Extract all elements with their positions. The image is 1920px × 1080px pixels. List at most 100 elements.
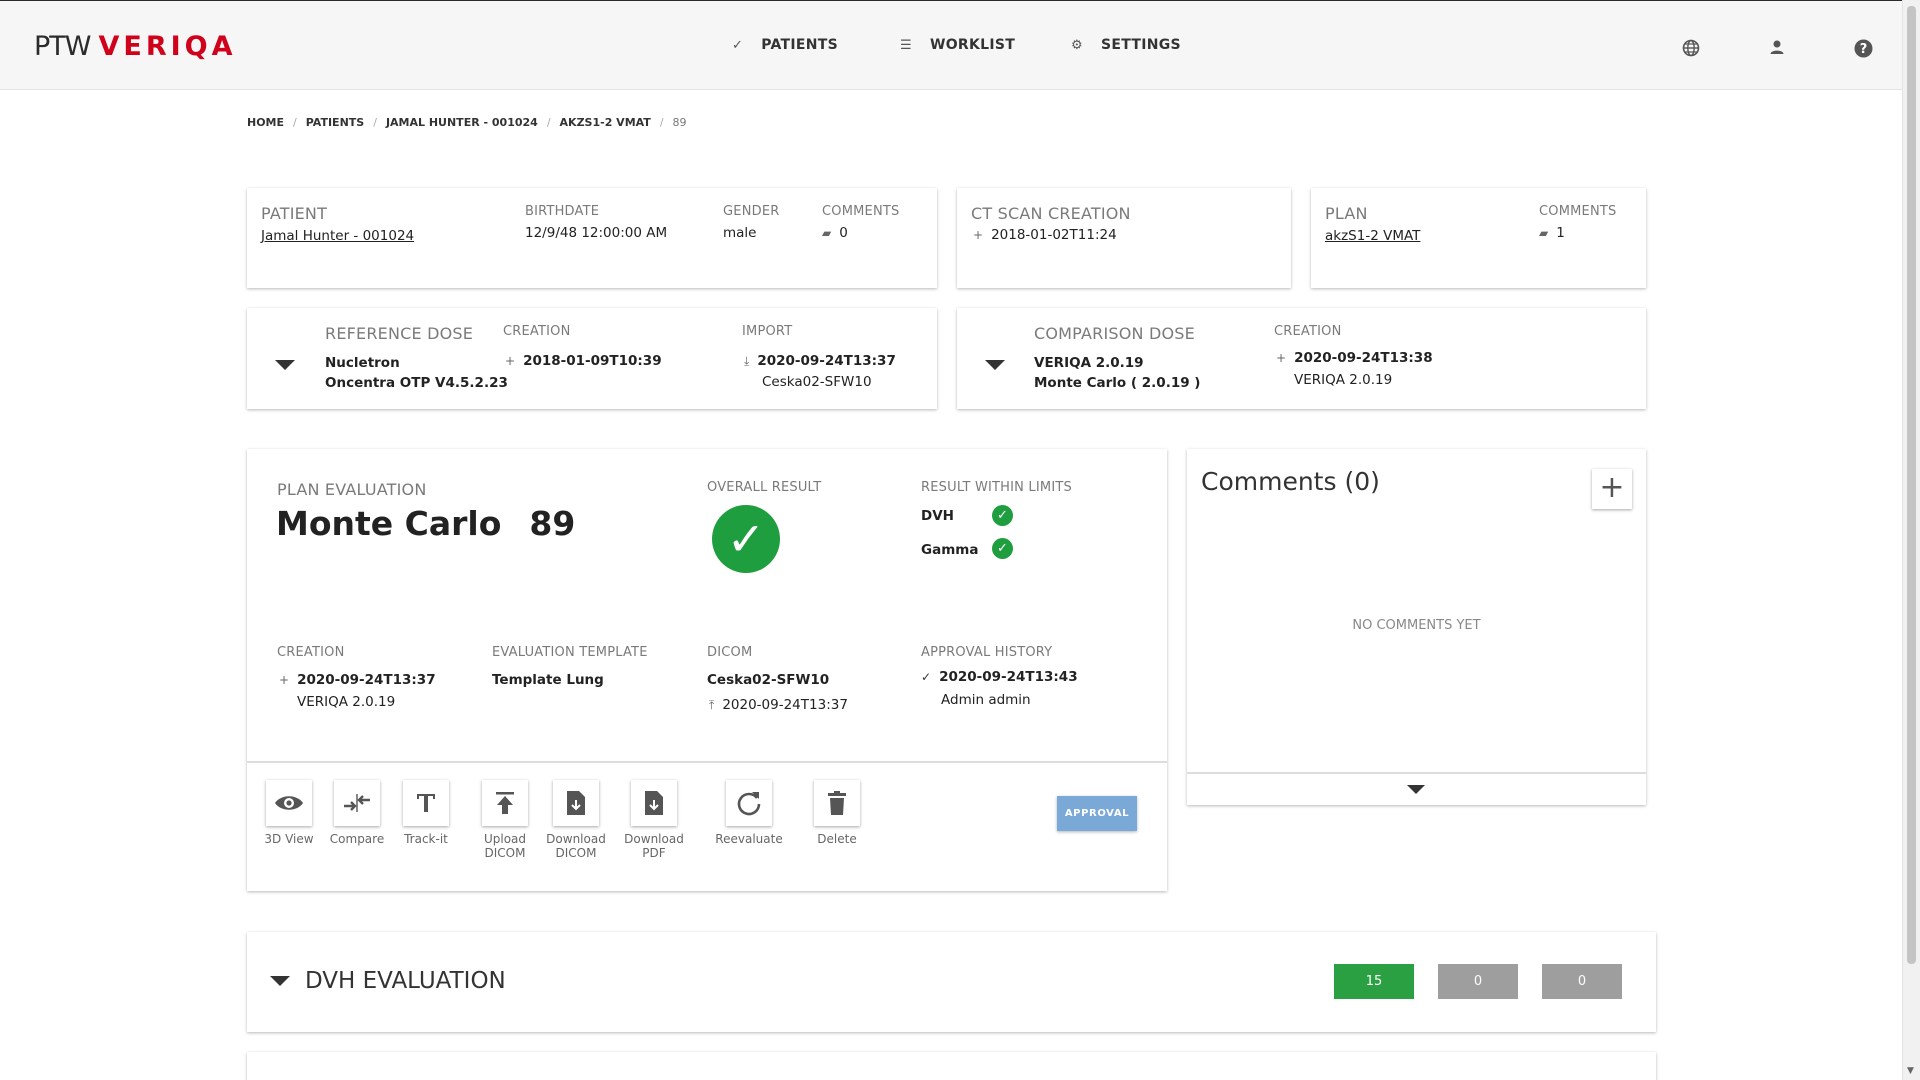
- approval-date-value: 2020-09-24T13:43: [939, 669, 1078, 685]
- dicom-date-row: ⤒ 2020-09-24T13:37: [709, 697, 848, 713]
- dvh-passed-count[interactable]: 15: [1334, 964, 1414, 999]
- evaluation-method: Monte Carlo: [276, 504, 502, 543]
- patient-card: PATIENT Jamal Hunter - 001024 BIRTHDATE …: [247, 188, 937, 288]
- compare-icon: [334, 780, 380, 826]
- comparison-creation-value: 2020-09-24T13:38: [1294, 350, 1433, 366]
- birthdate-value: 12/9/48 12:00:00 AM: [525, 225, 668, 241]
- plan-comments-label: COMMENTS: [1539, 204, 1617, 219]
- ct-scan-card: CT SCAN CREATION +2018-01-02T11:24: [957, 188, 1291, 288]
- reference-import-value: 2020-09-24T13:37: [757, 353, 896, 369]
- comparison-dose-label: COMPARISON DOSE: [1034, 324, 1195, 343]
- page-scrollbar[interactable]: ▼: [1902, 0, 1920, 1080]
- reference-import-source: Ceska02-SFW10: [762, 374, 872, 390]
- action-label-line1: Upload: [483, 832, 527, 846]
- plan-label: PLAN: [1325, 204, 1368, 223]
- plan-card: PLAN akzS1-2 VMAT COMMENTS ▰ 1: [1311, 188, 1646, 288]
- comments-divider: [1187, 772, 1646, 774]
- approval-date-row: ✓ 2020-09-24T13:43: [921, 669, 1078, 685]
- reference-import-label: IMPORT: [742, 324, 793, 339]
- breadcrumb-patient[interactable]: JAMAL HUNTER - 001024: [386, 116, 538, 129]
- nav-worklist-label: WORKLIST: [929, 37, 1016, 53]
- comparison-creation-label: CREATION: [1274, 324, 1342, 339]
- reference-dose-expand-caret-icon[interactable]: [275, 360, 295, 370]
- comparison-dose-line2: Monte Carlo ( 2.0.19 ): [1034, 375, 1201, 391]
- comment-icon: ▰: [822, 226, 832, 240]
- patient-comments-count[interactable]: ▰ 0: [822, 225, 848, 241]
- action-reevaluate[interactable]: Reevaluate: [714, 780, 784, 846]
- download-file-icon: [553, 780, 599, 826]
- dicom-value: Ceska02-SFW10: [707, 672, 830, 688]
- action-label-line2: DICOM: [484, 846, 526, 860]
- breadcrumb-home[interactable]: HOME: [247, 116, 284, 129]
- nav-patients-label: PATIENTS: [761, 37, 838, 53]
- scroll-down-arrow-icon[interactable]: ▼: [1907, 1066, 1914, 1076]
- action-upload-dicom[interactable]: Upload DICOM: [470, 780, 540, 860]
- comments-empty-message: NO COMMENTS YET: [1352, 618, 1481, 633]
- patient-name-link[interactable]: Jamal Hunter - 001024: [261, 228, 414, 244]
- logo-veriqa-text: VERIQA: [98, 30, 237, 62]
- dvh-failed-count[interactable]: 0: [1542, 964, 1622, 999]
- plus-icon: +: [973, 228, 984, 242]
- comparison-creation-source: VERIQA 2.0.19: [1294, 372, 1393, 388]
- download-pdf-icon: [631, 780, 677, 826]
- dicom-date-value: 2020-09-24T13:37: [722, 697, 848, 713]
- comparison-dose-expand-caret-icon[interactable]: [985, 360, 1005, 370]
- plus-icon: +: [1599, 470, 1625, 505]
- scrollbar-thumb[interactable]: [1907, 6, 1916, 964]
- help-icon[interactable]: ?: [1853, 39, 1873, 59]
- comments-expand-caret-icon[interactable]: [1407, 785, 1425, 794]
- breadcrumb-plan[interactable]: AKZS1-2 VMAT: [560, 116, 651, 129]
- add-comment-button[interactable]: +: [1592, 469, 1632, 509]
- user-icon[interactable]: [1767, 39, 1787, 59]
- reference-creation-label: CREATION: [503, 324, 571, 339]
- ptw-veriqa-logo[interactable]: PTW VERIQA: [34, 29, 237, 63]
- birthdate-label: BIRTHDATE: [525, 204, 600, 219]
- breadcrumb-patients[interactable]: PATIENTS: [306, 116, 364, 129]
- comments-title: Comments (0): [1201, 467, 1380, 496]
- breadcrumb-separator: /: [659, 116, 664, 129]
- action-3d-view[interactable]: 3D View: [254, 780, 324, 846]
- card-divider: [247, 761, 1167, 763]
- plan-name-link[interactable]: akzS1-2 VMAT: [1325, 228, 1420, 244]
- limit-gamma-label: Gamma: [921, 542, 979, 558]
- globe-icon[interactable]: [1681, 39, 1701, 59]
- comments-panel: Comments (0) NO COMMENTS YET: [1187, 449, 1646, 805]
- patient-comments-label: COMMENTS: [822, 204, 900, 219]
- approval-user: Admin admin: [941, 692, 1031, 708]
- list-icon: ☰: [900, 37, 912, 53]
- top-bar: PTW VERIQA ✓ PATIENTS ☰ WORKLIST ⚙ SETTI…: [0, 0, 1902, 90]
- action-label-line1: Download: [546, 832, 606, 846]
- dvh-expand-caret-icon[interactable]: [270, 976, 290, 986]
- approval-button[interactable]: APPROVAL: [1057, 796, 1137, 831]
- reference-dose-label: REFERENCE DOSE: [325, 324, 474, 343]
- nav-settings[interactable]: ⚙ SETTINGS: [1071, 37, 1181, 53]
- patient-label: PATIENT: [261, 204, 328, 223]
- breadcrumb-separator: /: [373, 116, 377, 129]
- reference-dose-line1: Nucletron: [325, 355, 400, 371]
- plan-evaluation-label: PLAN EVALUATION: [277, 480, 427, 499]
- action-delete[interactable]: Delete: [802, 780, 872, 846]
- action-download-dicom[interactable]: Download DICOM: [541, 780, 611, 860]
- eye-icon: [266, 780, 312, 826]
- dvh-warning-count[interactable]: 0: [1438, 964, 1518, 999]
- plan-comments-count[interactable]: ▰ 1: [1539, 225, 1565, 241]
- action-download-pdf[interactable]: Download PDF: [619, 780, 689, 860]
- comparison-creation-row: +2020-09-24T13:38: [1276, 350, 1433, 366]
- breadcrumb-current: 89: [672, 116, 687, 129]
- action-label-line1: Reevaluate: [715, 832, 783, 846]
- ct-scan-value: 2018-01-02T11:24: [991, 227, 1117, 243]
- result-within-limits-label: RESULT WITHIN LIMITS: [921, 480, 1072, 495]
- download-icon: ⤓: [744, 354, 750, 368]
- action-label-line1: Delete: [817, 832, 857, 846]
- nav-patients[interactable]: ✓ PATIENTS: [732, 37, 838, 53]
- overall-result-label: OVERALL RESULT: [707, 480, 822, 495]
- nav-settings-label: SETTINGS: [1100, 37, 1181, 53]
- action-label-line2: PDF: [642, 846, 666, 860]
- nav-worklist[interactable]: ☰ WORKLIST: [900, 37, 1015, 53]
- action-compare[interactable]: Compare: [322, 780, 392, 846]
- action-track-it[interactable]: Track-it: [391, 780, 461, 846]
- dicom-label: DICOM: [707, 645, 753, 660]
- action-label-line2: DICOM: [555, 846, 597, 860]
- overall-result-check-icon: ✓: [712, 505, 780, 573]
- plus-icon: +: [505, 354, 516, 368]
